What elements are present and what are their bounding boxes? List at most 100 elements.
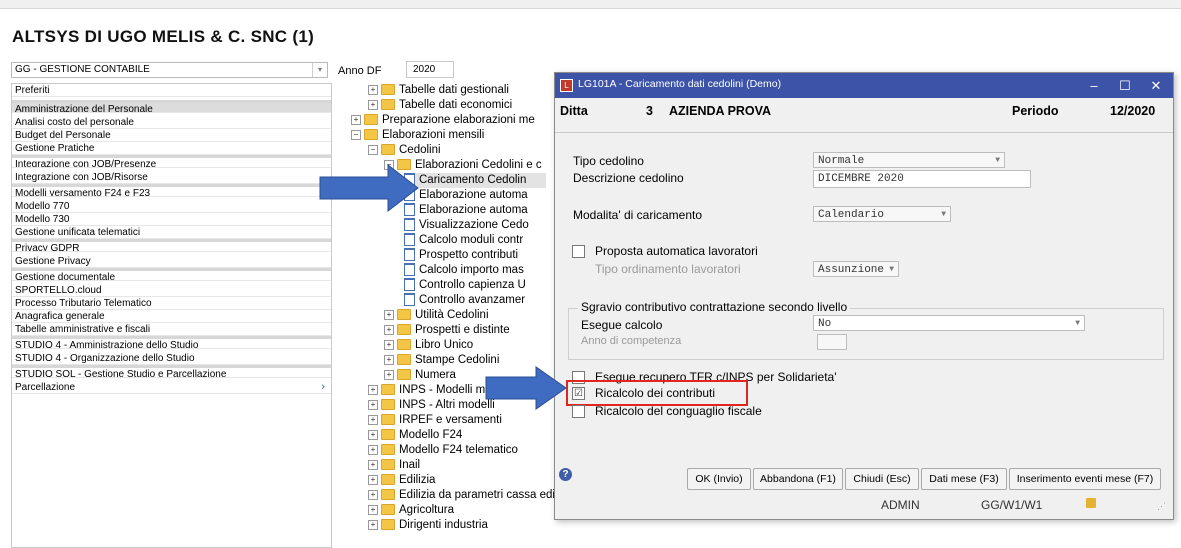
expand-icon[interactable]: + bbox=[384, 309, 394, 320]
expand-icon[interactable]: + bbox=[368, 459, 378, 470]
anno-competenza-input[interactable] bbox=[817, 334, 847, 350]
menu-item[interactable]: Gestione Pratiche bbox=[12, 142, 331, 155]
tree-node[interactable]: + Libro Unico bbox=[384, 338, 473, 353]
ricalcolo-contributi-checkbox[interactable]: ☑ bbox=[572, 387, 585, 400]
expand-icon[interactable]: + bbox=[368, 84, 378, 95]
expand-icon[interactable]: + bbox=[368, 519, 378, 530]
dati-mese-button[interactable]: Dati mese (F3) bbox=[921, 468, 1007, 490]
expand-icon[interactable]: + bbox=[384, 354, 394, 365]
expand-icon[interactable]: + bbox=[368, 399, 378, 410]
expand-icon[interactable]: + bbox=[384, 339, 394, 350]
expand-icon[interactable]: + bbox=[368, 474, 378, 485]
inserimento-eventi-button[interactable]: Inserimento eventi mese (F7) bbox=[1009, 468, 1161, 490]
expand-icon[interactable]: + bbox=[368, 99, 378, 110]
menu-item[interactable]: Integrazione con JOB/Presenze bbox=[12, 155, 331, 168]
tree-node[interactable]: + Numera bbox=[384, 368, 456, 383]
folder-icon bbox=[381, 399, 395, 411]
tree-node[interactable]: + Tabelle dati economici bbox=[368, 98, 512, 113]
expand-icon[interactable]: + bbox=[351, 114, 361, 125]
tipo-ordinamento-select[interactable]: Assunzione ▼ bbox=[813, 261, 899, 277]
menu-item[interactable]: Budget del Personale bbox=[12, 129, 331, 142]
expand-icon[interactable]: + bbox=[368, 384, 378, 395]
menu-item[interactable]: Tabelle amministrative e fiscali bbox=[12, 323, 331, 336]
menu-item[interactable]: Amministrazione del Personale bbox=[12, 100, 331, 113]
tree-node[interactable]: + Utilità Cedolini bbox=[384, 308, 489, 323]
menu-item[interactable]: Gestione documentale bbox=[12, 268, 331, 281]
maximize-icon[interactable]: ☐ bbox=[1112, 73, 1138, 98]
modalita-caricamento-select[interactable]: Calendario ▼ bbox=[813, 206, 951, 222]
folder-icon bbox=[381, 144, 395, 156]
chevron-right-icon: › bbox=[321, 381, 325, 393]
expand-icon[interactable]: + bbox=[384, 324, 394, 335]
tree-node[interactable]: + Tabelle dati gestionali bbox=[368, 83, 509, 98]
chevron-down-icon[interactable]: ▾ bbox=[312, 63, 327, 77]
menu-item[interactable]: STUDIO 4 - Amministrazione dello Studio bbox=[12, 336, 331, 349]
ditta-name: AZIENDA PROVA bbox=[669, 104, 772, 118]
expand-icon[interactable]: + bbox=[368, 414, 378, 425]
menu-item[interactable]: Modello 770 bbox=[12, 200, 331, 213]
expand-icon[interactable]: + bbox=[368, 489, 378, 500]
expand-icon[interactable]: + bbox=[368, 504, 378, 515]
abbandona-button[interactable]: Abbandona (F1) bbox=[753, 468, 843, 490]
tree-node[interactable]: − Cedolini bbox=[368, 143, 441, 158]
tree-node[interactable]: + Dirigenti industria bbox=[368, 518, 488, 533]
tree-node[interactable]: + Agricoltura bbox=[368, 503, 454, 518]
tree-node[interactable]: + Modello F24 bbox=[368, 428, 462, 443]
tree-node[interactable]: Controllo avanzamer bbox=[404, 293, 525, 308]
tree-node[interactable]: + Prospetti e distinte bbox=[384, 323, 510, 338]
menu-item[interactable]: Preferiti bbox=[12, 84, 331, 97]
tree-node[interactable]: Visualizzazione Cedo bbox=[404, 218, 529, 233]
tree-node[interactable]: Calcolo importo mas bbox=[404, 263, 524, 278]
esegue-calcolo-select[interactable]: No ▼ bbox=[813, 315, 1085, 331]
menu-item[interactable]: Modello 730 bbox=[12, 213, 331, 226]
menu-item[interactable]: STUDIO SQL - Gestione Studio e Parcellaz… bbox=[12, 365, 331, 378]
tree-node[interactable]: + Stampe Cedolini bbox=[384, 353, 499, 368]
tree-node[interactable]: + Modello F24 telematico bbox=[368, 443, 518, 458]
tree-node[interactable]: Prospetto contributi bbox=[404, 248, 518, 263]
document-icon bbox=[404, 218, 415, 232]
menu-item[interactable]: Integrazione con JOB/Risorse bbox=[12, 171, 331, 184]
menu-item[interactable]: Processo Tributario Telematico bbox=[12, 297, 331, 310]
menu-item[interactable]: Modelli versamento F24 e F23 bbox=[12, 184, 331, 197]
help-icon[interactable]: ? bbox=[559, 468, 572, 481]
ricalcolo-conguaglio-checkbox[interactable] bbox=[572, 405, 585, 418]
expand-icon[interactable]: + bbox=[368, 444, 378, 455]
minimize-icon[interactable]: – bbox=[1081, 73, 1107, 98]
resize-grip-icon[interactable]: ⋰ bbox=[1157, 501, 1166, 512]
menu-item[interactable]: Analisi costo del personale bbox=[12, 116, 331, 129]
menu-item[interactable]: SPORTELLO.cloud bbox=[12, 284, 331, 297]
tipo-cedolino-select[interactable]: Normale ▼ bbox=[813, 152, 1005, 168]
tree-node[interactable]: Controllo capienza U bbox=[404, 278, 526, 293]
chiudi-button[interactable]: Chiudi (Esc) bbox=[845, 468, 919, 490]
proposta-automatica-checkbox[interactable] bbox=[572, 245, 585, 258]
anno-competenza-label: Anno di competenza bbox=[581, 335, 682, 347]
expand-icon[interactable]: + bbox=[368, 429, 378, 440]
anno-df-input[interactable]: 2020 bbox=[406, 61, 454, 78]
collapse-icon[interactable]: − bbox=[368, 144, 378, 155]
tree-node[interactable]: − Elaborazioni mensili bbox=[351, 128, 484, 143]
tree-node[interactable]: + Edilizia da parametri cassa edile bbox=[368, 488, 554, 503]
tree-node[interactable]: Elaborazione automa bbox=[404, 188, 528, 203]
company-title: ALTSYS DI UGO MELIS & C. SNC (1) bbox=[12, 27, 315, 46]
menu-item[interactable]: Parcellazione › bbox=[12, 381, 331, 394]
tree-node[interactable]: Calcolo moduli contr bbox=[404, 233, 523, 248]
collapse-icon[interactable]: − bbox=[351, 129, 361, 140]
tree-node[interactable]: + INPS - Altri modelli bbox=[368, 398, 495, 413]
ok-button[interactable]: OK (Invio) bbox=[687, 468, 751, 490]
dialog-titlebar[interactable]: L LG101A - Caricamento dati cedolini (De… bbox=[555, 73, 1173, 98]
module-select[interactable]: GG - GESTIONE CONTABILE ▾ bbox=[11, 62, 328, 78]
tree-node[interactable]: + Inail bbox=[368, 458, 420, 473]
expand-icon[interactable]: + bbox=[384, 369, 394, 380]
menu-item[interactable]: Anagrafica generale bbox=[12, 310, 331, 323]
close-icon[interactable]: ✕ bbox=[1143, 73, 1169, 98]
tree-node[interactable]: + Preparazione elaborazioni me bbox=[351, 113, 535, 128]
tree-node[interactable]: + Edilizia bbox=[368, 473, 435, 488]
tree-node-selected[interactable]: Caricamento Cedolin bbox=[404, 173, 547, 188]
tree-node[interactable]: + IRPEF e versamenti bbox=[368, 413, 502, 428]
descrizione-cedolino-input[interactable]: DICEMBRE 2020 bbox=[813, 170, 1031, 188]
menu-item[interactable]: STUDIO 4 - Organizzazione dello Studio bbox=[12, 352, 331, 365]
menu-item[interactable]: Gestione Privacy bbox=[12, 255, 331, 268]
menu-item[interactable]: Privacy GDPR bbox=[12, 239, 331, 252]
menu-item[interactable]: Gestione unificata telematici bbox=[12, 226, 331, 239]
tree-node[interactable]: Elaborazione automa bbox=[404, 203, 528, 218]
